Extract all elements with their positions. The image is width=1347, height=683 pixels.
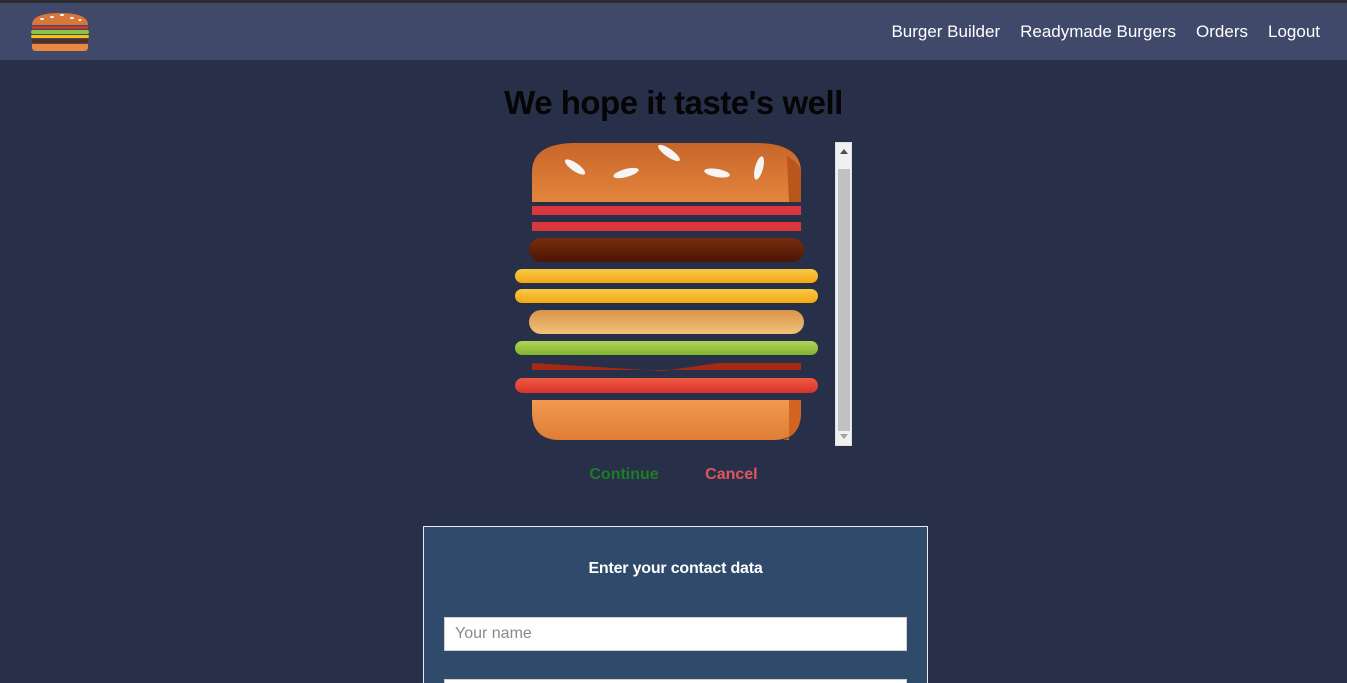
nav-links: Burger Builder Readymade Burgers Orders …: [871, 3, 1320, 60]
scroll-up-icon[interactable]: [840, 149, 848, 154]
burger-preview: [513, 142, 820, 446]
burger-scrollbar[interactable]: [835, 142, 852, 446]
name-input[interactable]: [444, 617, 907, 651]
contact-form: Enter your contact data: [423, 526, 928, 683]
salad-layer: [515, 341, 818, 355]
meat-layer: [529, 238, 804, 262]
cancel-button[interactable]: Cancel: [705, 466, 757, 484]
navbar: Burger Builder Readymade Burgers Orders …: [0, 3, 1347, 60]
bread-bottom-layer: [532, 400, 801, 440]
nav-link-orders[interactable]: Orders: [1196, 22, 1248, 42]
action-buttons: Continue Cancel: [0, 466, 1347, 484]
page-title: We hope it taste's well: [504, 84, 843, 121]
nav-link-logout[interactable]: Logout: [1268, 22, 1320, 42]
contact-form-title: Enter your contact data: [588, 560, 763, 577]
bread-middle-layer: [529, 310, 804, 334]
nav-link-burger-builder[interactable]: Burger Builder: [891, 22, 1000, 42]
burger-logo-icon[interactable]: [28, 11, 92, 53]
bread-top-layer: [532, 143, 801, 202]
nav-link-readymade-burgers[interactable]: Readymade Burgers: [1020, 22, 1176, 42]
bacon-layer: [532, 222, 801, 231]
onion-layer: [532, 363, 801, 371]
email-field[interactable]: [444, 679, 907, 683]
scroll-down-icon[interactable]: [840, 434, 848, 439]
tomato-layer: [515, 378, 818, 393]
continue-button[interactable]: Continue: [589, 466, 658, 484]
cheese-layer: [515, 289, 818, 303]
bacon-layer: [532, 206, 801, 215]
scrollbar-thumb[interactable]: [838, 169, 850, 431]
cheese-layer: [515, 269, 818, 283]
